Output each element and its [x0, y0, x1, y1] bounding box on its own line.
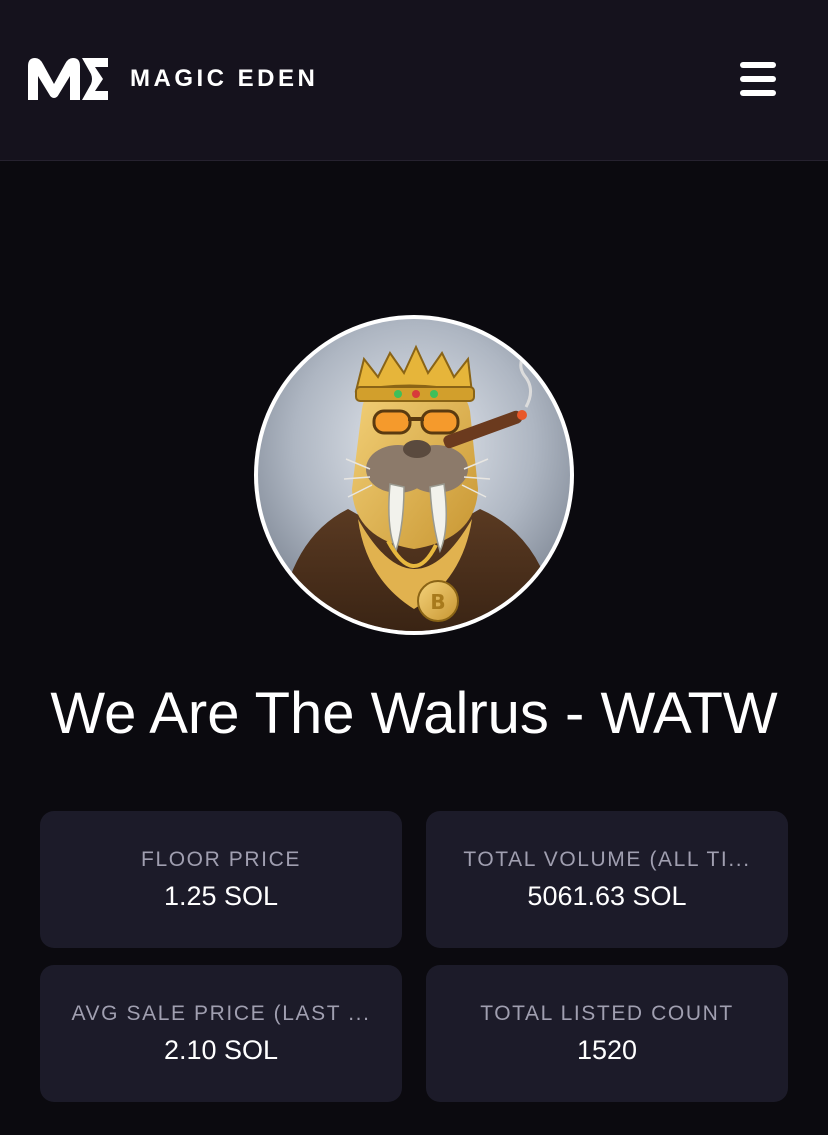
stat-avg-sale-price: AVG SALE PRICE (LAST ... 2.10 SOL	[40, 965, 402, 1102]
stat-value: 2.10 SOL	[163, 1035, 279, 1065]
collection-title: We Are The Walrus - WATW	[50, 681, 778, 746]
svg-text:B: B	[430, 590, 445, 614]
stat-value: 1.25 SOL	[163, 881, 279, 911]
stat-label: FLOOR PRICE	[141, 848, 301, 871]
walrus-with-crown-icon: B	[258, 319, 570, 631]
stat-label: TOTAL LISTED COUNT	[480, 1002, 734, 1025]
brand-name[interactable]: MAGIC EDEN	[130, 64, 318, 94]
collection-avatar: B	[254, 315, 574, 635]
stat-value: 5061.63 SOL	[527, 881, 687, 911]
top-navbar: MAGIC EDEN	[0, 0, 828, 161]
stat-total-volume: TOTAL VOLUME (ALL TI... 5061.63 SOL	[426, 811, 788, 948]
hamburger-menu-icon[interactable]	[734, 58, 780, 100]
stat-floor-price: FLOOR PRICE 1.25 SOL	[40, 811, 402, 948]
stat-value: 1520	[576, 1035, 638, 1065]
magic-eden-logo[interactable]	[24, 54, 110, 104]
collection-page: MAGIC EDEN B We Are The Walrus - WATW FL…	[0, 0, 828, 1135]
stat-label: AVG SALE PRICE (LAST ...	[71, 1002, 371, 1025]
stat-total-listed-count: TOTAL LISTED COUNT 1520	[426, 965, 788, 1102]
stat-label: TOTAL VOLUME (ALL TI...	[463, 848, 751, 871]
